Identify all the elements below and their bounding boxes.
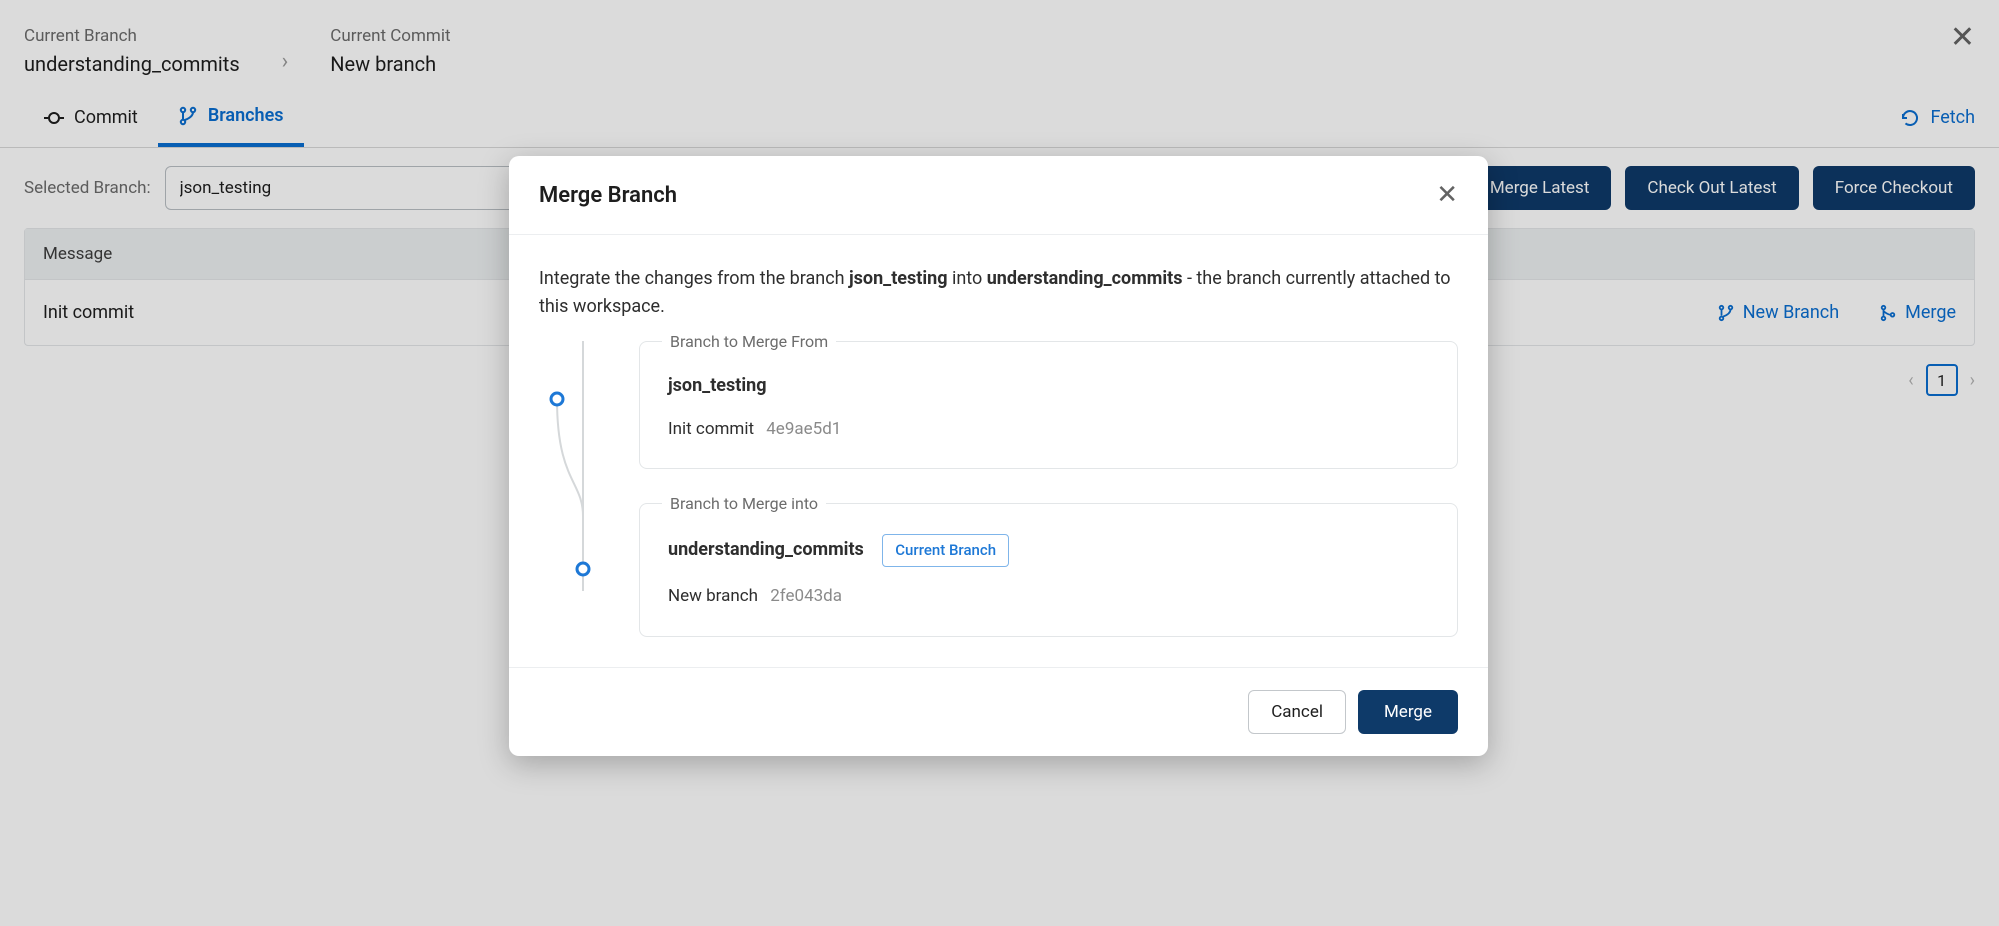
intro-prefix: Integrate the changes from the branch — [539, 268, 849, 289]
merge-from-branch-name: json_testing — [668, 372, 1429, 400]
merge-into-legend: Branch to Merge into — [662, 492, 826, 517]
intro-mid: into — [947, 268, 986, 289]
merge-from-legend: Branch to Merge From — [662, 330, 836, 355]
close-icon[interactable]: ✕ — [1436, 180, 1458, 210]
modal-intro: Integrate the changes from the branch js… — [539, 265, 1458, 321]
intro-into-branch: understanding_commits — [987, 268, 1183, 289]
merge-into-commit: New branch 2fe043da — [668, 583, 1429, 609]
merge-into-card: Branch to Merge into understanding_commi… — [639, 503, 1458, 637]
merge-into-commit-msg: New branch — [668, 586, 758, 606]
merge-from-commit-hash: 4e9ae5d1 — [766, 419, 841, 439]
merge-from-commit-msg: Init commit — [668, 419, 754, 439]
merge-from-card: Branch to Merge From json_testing Init c… — [639, 341, 1458, 469]
current-branch-chip: Current Branch — [882, 534, 1009, 567]
modal-body: Integrate the changes from the branch js… — [509, 235, 1488, 667]
merge-into-title-row: understanding_commits Current Branch — [668, 534, 1429, 567]
merge-branch-modal: Merge Branch ✕ Integrate the changes fro… — [509, 156, 1488, 756]
intro-from-branch: json_testing — [849, 268, 947, 289]
cancel-button[interactable]: Cancel — [1248, 690, 1346, 734]
merge-from-commit: Init commit 4e9ae5d1 — [668, 416, 1429, 442]
modal-footer: Cancel Merge — [509, 667, 1488, 756]
merge-into-commit-hash: 2fe043da — [770, 586, 842, 606]
merge-button[interactable]: Merge — [1358, 690, 1458, 734]
modal-header: Merge Branch ✕ — [509, 156, 1488, 235]
modal-title: Merge Branch — [539, 183, 677, 208]
merge-graph — [539, 341, 599, 637]
merge-into-branch-name: understanding_commits — [668, 539, 864, 560]
